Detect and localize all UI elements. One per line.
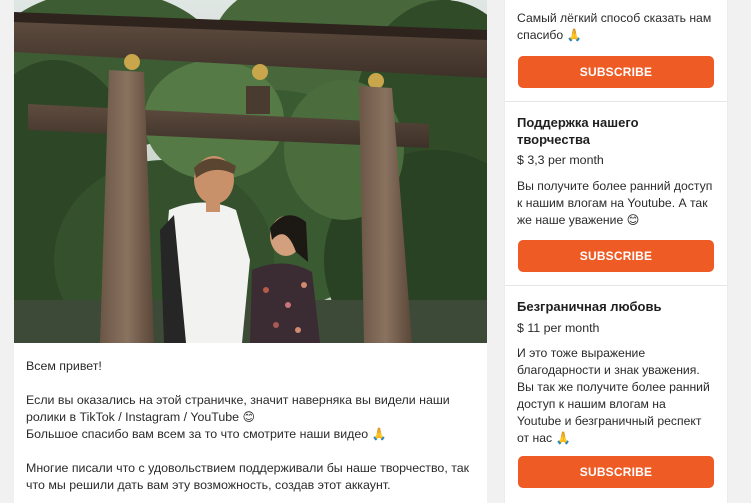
tier-description: И это тоже выражение благодарности и зна… [517, 345, 717, 447]
tier-description: Вы получите более ранний доступ к нашим … [517, 178, 717, 229]
tier-title: Поддержка нашего творчества [517, 114, 639, 148]
tier-description-line: к нашим влогам на Youtube. А так [517, 196, 708, 210]
page: Всем привет! Если вы оказались на этой с… [0, 0, 751, 503]
smile-emoji-icon: 😊 [242, 410, 255, 424]
membership-tiers: Самый лёгкий способ сказать нам спасибо … [504, 0, 728, 503]
tier-title-line: Поддержка нашего [517, 115, 639, 130]
tier-description-line: же наше уважение 😊 [517, 213, 640, 227]
tier-description-line: И это тоже выражение [517, 346, 646, 360]
pray-emoji-icon: 🙏 [371, 427, 387, 441]
post-photo [14, 0, 487, 343]
post-paragraph-line: Большое спасибо вам всем за то что смотр… [26, 426, 475, 443]
post-paragraph-line: ролики в TikTok / Instagram / YouTube 😊 [26, 409, 475, 426]
post-text: Всем привет! Если вы оказались на этой с… [14, 343, 487, 494]
tier-description-line: от нас 🙏 [517, 431, 571, 445]
post-paragraph-line: Многие писали что с удовольствием поддер… [26, 461, 470, 475]
subscribe-button[interactable]: SUBSCRIBE [518, 56, 714, 88]
tier-description-line: Вы получите более ранний доступ [517, 179, 713, 193]
post-paragraph-text: Большое спасибо вам всем за то что смотр… [26, 427, 369, 441]
post-paragraph-line: что мы решили дать вам эту возможность, … [26, 478, 391, 492]
tier-description-line: Самый лёгкий способ сказать нам [517, 11, 712, 25]
tier-card-support: Поддержка нашего творчества $ 3,3 per mo… [505, 102, 727, 286]
tier-price: $ 11 per month [517, 321, 600, 335]
tier-title: Безграничная любовь [517, 299, 662, 314]
subscribe-button[interactable]: SUBSCRIBE [518, 240, 714, 272]
torii-couple-image [14, 0, 487, 343]
subscribe-button[interactable]: SUBSCRIBE [518, 456, 714, 488]
post-greeting: Всем привет! [26, 359, 102, 373]
tier-description-line: благодарности и знак уважения. [517, 363, 700, 377]
post-paragraph-line: Если вы оказались на этой страничке, зна… [26, 393, 450, 407]
tier-description-line: Youtube и безграничный респект [517, 414, 702, 428]
tier-price: $ 3,3 per month [517, 153, 604, 167]
post-card: Всем привет! Если вы оказались на этой с… [14, 0, 487, 503]
tier-card-basic: Самый лёгкий способ сказать нам спасибо … [505, 0, 727, 102]
tier-description-line: спасибо 🙏 [517, 28, 582, 42]
tier-card-unlimited: Безграничная любовь $ 11 per month И это… [505, 286, 727, 503]
tier-description-line: доступ к нашим влогам на [517, 397, 666, 411]
tier-description-line: Вы так же получите более ранний [517, 380, 710, 394]
tier-description: Самый лёгкий способ сказать нам спасибо … [517, 10, 717, 44]
tier-title-line: творчества [517, 132, 590, 147]
post-paragraph-text: ролики в TikTok / Instagram / YouTube [26, 410, 240, 424]
